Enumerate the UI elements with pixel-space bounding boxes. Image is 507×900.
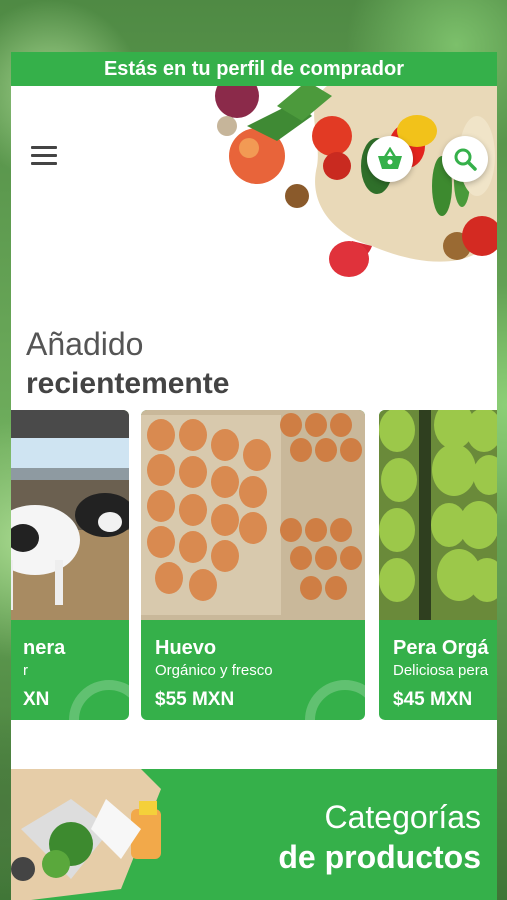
buyer-profile-banner: Estás en tu perfil de comprador: [11, 52, 497, 86]
product-description: Orgánico y fresco: [155, 662, 273, 679]
product-categories-button[interactable]: Categorías de productos: [11, 769, 497, 900]
heading-bold: recientemente: [26, 367, 230, 400]
grocery-bag-image: [11, 769, 161, 900]
recent-products-carousel[interactable]: nera r XN Huevo Orgánico y fresco $55 MX…: [11, 410, 497, 720]
product-name: Pera Orgá: [393, 637, 489, 659]
product-image-cows: [11, 410, 129, 620]
hamburger-menu-icon[interactable]: [31, 146, 57, 166]
product-card[interactable]: Huevo Orgánico y fresco $55 MXN: [141, 410, 365, 720]
product-info: Pera Orgá Deliciosa pera $45 MXN: [379, 625, 497, 720]
product-image-eggs: [141, 410, 365, 620]
product-card[interactable]: nera r XN: [11, 410, 129, 720]
product-description: Deliciosa pera: [393, 662, 489, 679]
categories-line2: de productos: [278, 839, 481, 875]
search-icon: [454, 148, 477, 171]
product-name: nera: [23, 637, 66, 659]
heading-light: Añadido: [26, 326, 144, 362]
basket-button[interactable]: [367, 136, 413, 182]
product-name: Huevo: [155, 637, 217, 659]
categories-line1: Categorías: [324, 799, 481, 835]
product-description: r: [23, 662, 28, 679]
product-image-pears: [379, 410, 497, 620]
product-price: $45 MXN: [393, 689, 473, 710]
basket-icon: [378, 147, 402, 169]
header: [11, 86, 497, 286]
recently-added-heading: Añadido recientemente: [11, 324, 497, 404]
app-screen: Estás en tu perfil de comprador Añadido …: [11, 52, 497, 900]
search-button[interactable]: [442, 136, 488, 182]
product-card[interactable]: Pera Orgá Deliciosa pera $45 MXN: [379, 410, 497, 720]
vegetables-image: [215, 86, 497, 277]
categories-text: Categorías de productos: [278, 797, 481, 877]
